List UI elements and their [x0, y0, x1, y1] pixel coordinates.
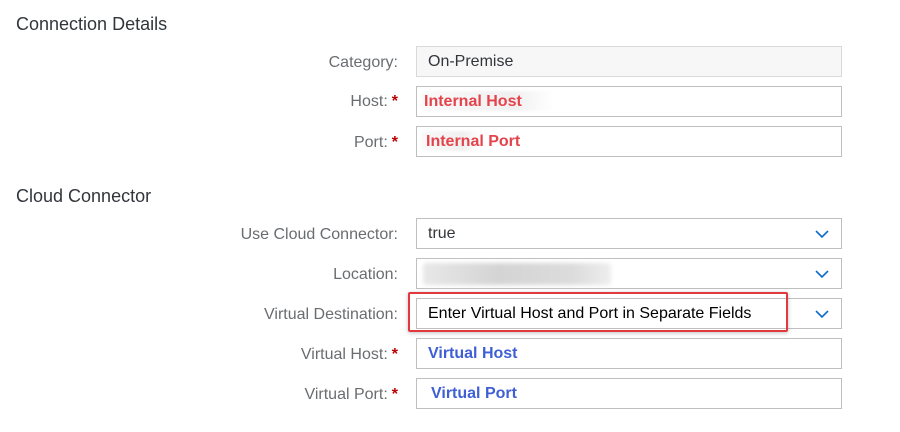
use-cloud-connector-value: true	[428, 225, 456, 242]
location-label: Location:	[333, 266, 398, 283]
required-asterisk: *	[391, 93, 398, 110]
virtual-destination-label: Virtual Destination:	[264, 306, 398, 323]
port-value: Internal Port	[426, 133, 521, 150]
virtual-host-label: Virtual Host: *	[300, 346, 398, 363]
port-label: Port: *	[353, 134, 398, 151]
chevron-down-icon[interactable]	[814, 306, 830, 322]
host-input[interactable]: Internal Host	[416, 86, 842, 117]
use-cloud-connector-label: Use Cloud Connector:	[240, 226, 398, 243]
category-value: On-Premise	[428, 53, 514, 70]
section-title-connection-details: Connection Details	[16, 14, 168, 34]
virtual-host-value: Virtual Host	[428, 345, 518, 362]
host-value: Internal Host	[424, 93, 522, 110]
virtual-port-input[interactable]: Virtual Port	[416, 378, 842, 409]
host-label: Host: *	[350, 93, 398, 110]
chevron-down-icon[interactable]	[814, 226, 830, 242]
required-asterisk: *	[391, 346, 398, 363]
virtual-host-input[interactable]: Virtual Host	[416, 338, 842, 369]
category-label: Category:	[328, 54, 398, 71]
redacted-location-value	[423, 263, 611, 285]
category-field: On-Premise	[416, 46, 842, 77]
chevron-down-icon[interactable]	[814, 266, 830, 282]
virtual-port-label: Virtual Port: *	[304, 386, 398, 403]
highlight-box	[408, 292, 788, 332]
required-asterisk: *	[391, 386, 398, 403]
port-input[interactable]: Internal Port	[416, 126, 842, 157]
virtual-port-value: Virtual Port	[431, 385, 517, 402]
section-title-cloud-connector: Cloud Connector	[16, 186, 152, 206]
use-cloud-connector-select[interactable]: true	[416, 218, 842, 249]
location-select[interactable]	[416, 258, 842, 289]
required-asterisk: *	[391, 134, 398, 151]
